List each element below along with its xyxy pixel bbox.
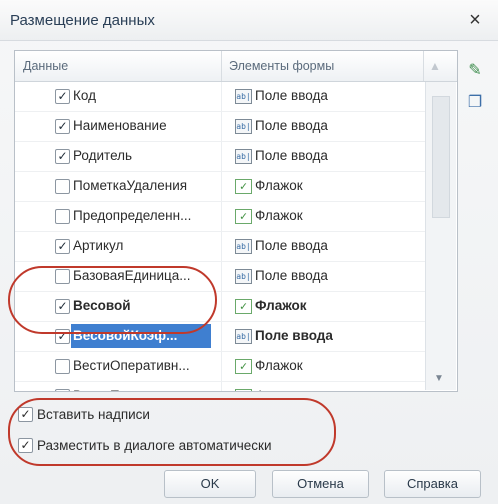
column-divider xyxy=(423,51,424,81)
table-row[interactable]: ВестиПартионны... ✓Флажок xyxy=(15,382,425,391)
data-field-name[interactable]: ПометкаУдаления xyxy=(73,178,187,193)
scroll-thumb[interactable] xyxy=(432,96,450,218)
column-divider xyxy=(221,322,222,351)
checkbox-element-icon: ✓ xyxy=(235,209,252,224)
option-label: Разместить в диалоге автоматически xyxy=(37,437,272,453)
data-placement-dialog: Размещение данных × Данные Элементы форм… xyxy=(0,0,498,504)
data-field-name[interactable]: Весовой xyxy=(73,298,131,313)
checkbox[interactable]: ✓ xyxy=(18,437,33,453)
table-header: Данные Элементы формы ▲ xyxy=(15,51,457,82)
form-element-type[interactable]: Поле ввода xyxy=(255,118,328,133)
title-bar: Размещение данных × xyxy=(0,0,498,41)
dialog-title: Размещение данных xyxy=(10,12,155,29)
row-checkbox[interactable]: ✓ xyxy=(55,299,70,314)
input-field-icon: ab| xyxy=(235,269,252,284)
data-field-name[interactable]: БазоваяЕдиница... xyxy=(73,268,191,283)
option-label: Вставить надписи xyxy=(37,406,150,422)
ok-button[interactable]: OK xyxy=(164,470,256,498)
input-field-icon: ab| xyxy=(235,119,252,134)
data-field-name[interactable]: ВестиОперативн... xyxy=(73,358,190,373)
checkbox-element-icon: ✓ xyxy=(235,359,252,374)
table-row[interactable]: Предопределенн... ✓ Флажок xyxy=(15,202,425,232)
data-field-name[interactable]: Родитель xyxy=(73,148,132,163)
row-checkbox[interactable]: ✓ xyxy=(55,89,70,104)
column-divider xyxy=(221,172,222,201)
row-checkbox[interactable]: ✓ xyxy=(55,329,70,344)
help-button[interactable]: Справка xyxy=(384,470,481,498)
table-row[interactable]: ВестиОперативн... ✓ Флажок xyxy=(15,352,425,382)
checkbox-element-icon: ✓ xyxy=(235,389,252,391)
data-field-name[interactable]: Код xyxy=(73,88,96,103)
column-divider xyxy=(221,292,222,321)
column-header-form-elements[interactable]: Элементы формы xyxy=(229,59,334,73)
data-field-name[interactable]: ВестиПартионны... xyxy=(73,388,192,391)
close-button[interactable]: × xyxy=(462,7,488,33)
row-checkbox[interactable]: ✓ xyxy=(55,239,70,254)
row-checkbox[interactable]: ✓ xyxy=(55,119,70,134)
row-checkbox[interactable] xyxy=(55,359,70,374)
column-header-data[interactable]: Данные xyxy=(23,59,68,73)
form-element-type[interactable]: Поле ввода xyxy=(255,328,333,343)
copy-icon[interactable]: ❐ xyxy=(464,92,486,114)
column-divider xyxy=(221,112,222,141)
column-divider xyxy=(221,352,222,381)
cancel-button[interactable]: Отмена xyxy=(272,470,369,498)
input-field-icon: ab| xyxy=(235,89,252,104)
table-row[interactable]: ПометкаУдаления ✓ Флажок xyxy=(15,172,425,202)
table-row[interactable]: ✓ Родитель ab| Поле ввода xyxy=(15,142,425,172)
checkbox-element-icon: ✓ xyxy=(235,299,252,314)
table-body: ✓ Код ab| Поле ввода ✓ Наименование ab| Поле вв… xyxy=(15,82,425,391)
column-divider xyxy=(221,142,222,171)
input-field-icon: ab| xyxy=(235,149,252,164)
row-checkbox[interactable] xyxy=(55,269,70,284)
column-divider xyxy=(221,232,222,261)
column-divider xyxy=(221,82,222,111)
column-divider xyxy=(221,262,222,291)
table-row[interactable]: ✓ Артикул ab| Поле ввода xyxy=(15,232,425,262)
column-divider xyxy=(221,382,222,391)
checkbox[interactable]: ✓ xyxy=(18,406,33,422)
form-element-type[interactable]: Поле ввода xyxy=(255,148,328,163)
column-divider xyxy=(221,202,222,231)
option-auto-place[interactable]: ✓ Разместить в диалоге автоматически xyxy=(18,437,271,453)
table-row[interactable]: ✓ Весовой ✓ Флажок xyxy=(15,292,425,322)
row-checkbox[interactable] xyxy=(55,179,70,194)
input-field-icon: ab| xyxy=(235,329,252,344)
table-row[interactable]: БазоваяЕдиница... ab| Поле ввода xyxy=(15,262,425,292)
scroll-down-arrow-icon[interactable]: ▼ xyxy=(434,373,444,384)
option-insert-labels[interactable]: ✓ Вставить надписи xyxy=(18,406,150,422)
form-element-type[interactable]: Флажок xyxy=(255,358,303,373)
data-field-name[interactable]: Наименование xyxy=(73,118,167,133)
sort-arrow-icon: ▲ xyxy=(429,59,441,73)
form-element-type[interactable]: Поле ввода xyxy=(255,238,328,253)
table-row[interactable]: ✓ Код ab| Поле ввода xyxy=(15,82,425,112)
table-row[interactable]: ✓ ВесовойКоэф... ab| Поле ввода xyxy=(15,322,425,352)
form-element-type[interactable]: Поле ввода xyxy=(255,88,328,103)
data-field-name[interactable]: Артикул xyxy=(73,238,123,253)
form-element-type[interactable]: Флажок xyxy=(255,298,307,313)
form-element-type[interactable]: Флажок xyxy=(255,178,303,193)
form-element-type[interactable]: Флажок xyxy=(255,208,303,223)
row-checkbox[interactable] xyxy=(55,209,70,224)
data-field-name[interactable]: ВесовойКоэф... xyxy=(73,328,177,343)
data-table: Данные Элементы формы ▲ ✓ Код ab| Поле ввод… xyxy=(14,50,458,392)
row-checkbox[interactable]: ✓ xyxy=(55,149,70,164)
add-field-icon[interactable]: ✎ xyxy=(464,60,486,82)
form-element-type[interactable]: Флажок xyxy=(255,388,303,391)
row-checkbox[interactable] xyxy=(55,389,70,391)
data-field-name[interactable]: Предопределенн... xyxy=(73,208,191,223)
vertical-scrollbar[interactable]: ▼ xyxy=(425,82,456,390)
table-row[interactable]: ✓ Наименование ab| Поле ввода xyxy=(15,112,425,142)
form-element-type[interactable]: Поле ввода xyxy=(255,268,328,283)
column-divider xyxy=(221,51,222,81)
checkbox-element-icon: ✓ xyxy=(235,179,252,194)
input-field-icon: ab| xyxy=(235,239,252,254)
